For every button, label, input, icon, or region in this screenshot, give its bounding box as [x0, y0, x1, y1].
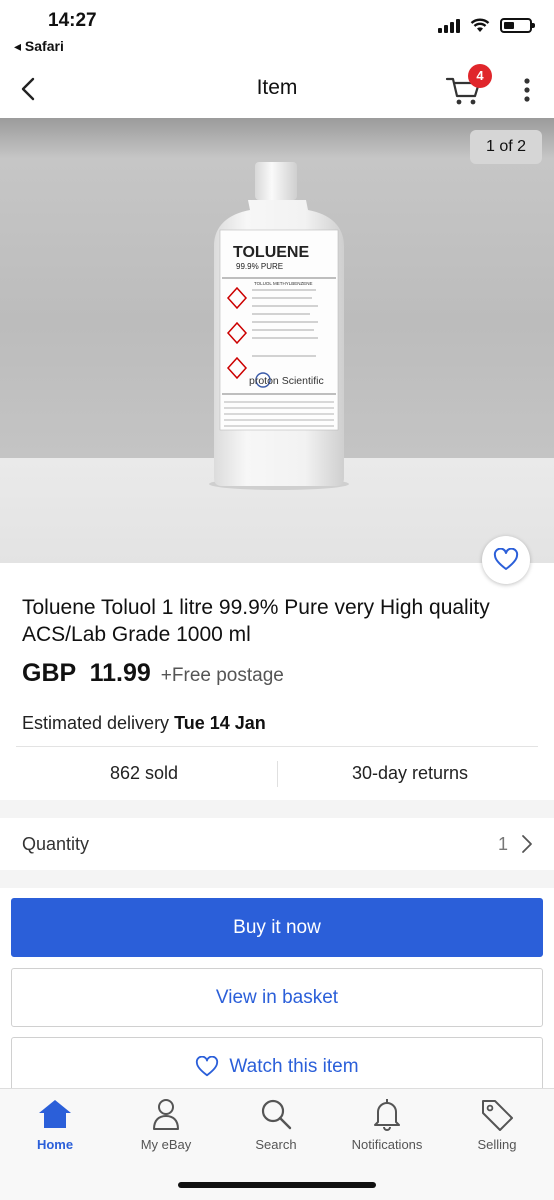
more-options-icon[interactable]: [518, 76, 536, 104]
sales-stats: 862 sold 30-day returns: [0, 757, 554, 789]
status-time: 14:27: [48, 10, 97, 31]
image-counter: 1 of 2: [470, 130, 542, 164]
quantity-selector[interactable]: Quantity 1: [0, 818, 554, 870]
tab-notifications[interactable]: Notifications: [332, 1097, 442, 1152]
system-icons: [438, 18, 535, 33]
label-brand: proton Scientific: [249, 375, 324, 387]
quantity-label: Quantity: [22, 834, 90, 854]
user-icon: [153, 1099, 179, 1130]
product-price: GBP 11.99: [22, 659, 151, 687]
chevron-right-icon: [522, 835, 532, 853]
signal-icon: [438, 18, 460, 33]
buy-it-now-button[interactable]: Buy it now: [11, 898, 543, 957]
home-icon: [39, 1100, 71, 1128]
estimated-delivery: Estimated delivery Tue 14 Jan: [22, 713, 266, 734]
tab-my-ebay[interactable]: My eBay: [111, 1097, 221, 1152]
postage-info: +Free postage: [160, 665, 284, 686]
divider: [16, 746, 538, 747]
heart-icon: [493, 548, 519, 570]
tab-label: Home: [36, 1137, 74, 1152]
delivery-date: Tue 14 Jan: [174, 713, 266, 733]
battery-icon: [500, 18, 535, 33]
heart-icon: [196, 1055, 219, 1076]
tab-search[interactable]: Search: [221, 1097, 331, 1152]
product-bottle-image: TOLUENE 99.9% PURE TOLUOL METHYLBENZENE …: [209, 162, 349, 490]
product-title: Toluene Toluol 1 litre 99.9% Pure very H…: [22, 596, 490, 646]
wifi-icon: [470, 18, 490, 32]
sold-count: 862 sold: [109, 763, 179, 783]
tab-label: Notifications: [351, 1137, 423, 1152]
tab-label: Selling: [477, 1137, 517, 1152]
tab-label: Search: [255, 1137, 297, 1152]
section-separator: [0, 870, 554, 888]
label-synonyms: TOLUOL METHYLBENZENE: [254, 281, 313, 286]
tab-selling[interactable]: Selling: [442, 1097, 552, 1152]
home-indicator: [178, 1182, 376, 1188]
tag-icon: [482, 1100, 513, 1131]
search-icon: [261, 1099, 292, 1130]
delivery-label: Estimated delivery: [22, 713, 170, 733]
view-in-basket-button[interactable]: View in basket: [11, 968, 543, 1027]
product-image-gallery[interactable]: TOLUENE 99.9% PURE TOLUOL METHYLBENZENE …: [0, 118, 554, 563]
watch-heart-button[interactable]: [482, 536, 530, 584]
price-row: GBP 11.99 +Free postage: [22, 659, 284, 688]
quantity-value: 1: [497, 834, 508, 854]
returns-policy: 30-day returns: [351, 763, 469, 783]
watch-item-label: Watch this item: [229, 1055, 359, 1077]
back-to-safari-link[interactable]: ◂ Safari: [14, 38, 64, 55]
section-separator: [0, 800, 554, 818]
label-product-name: TOLUENE: [233, 244, 309, 261]
tab-label: My eBay: [140, 1137, 192, 1152]
cart-count-badge: 4: [468, 64, 492, 88]
tab-home[interactable]: Home: [0, 1097, 110, 1152]
label-purity: 99.9% PURE: [236, 262, 283, 271]
bell-icon: [374, 1099, 400, 1131]
navigation-bar: Item 4: [0, 62, 554, 117]
status-bar: 14:27 ◂ Safari: [0, 0, 554, 62]
